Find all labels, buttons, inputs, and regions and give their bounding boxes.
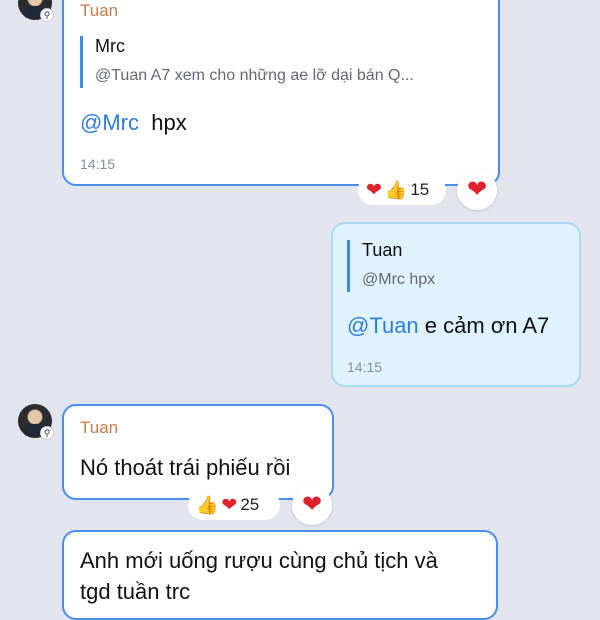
- message-text: @Tuan e cảm ơn A7: [347, 313, 549, 339]
- heart-icon: ❤: [466, 176, 488, 203]
- heart-icon: ❤: [301, 491, 323, 518]
- heart-icon: ❤: [366, 179, 382, 201]
- search-icon: ⚲: [40, 8, 54, 22]
- message-time: 14:15: [347, 359, 383, 375]
- quote-text: @Tuan A7 xem cho những ae lỡ dại bán Q..…: [95, 67, 414, 84]
- reaction-summary[interactable]: ❤ 👍 15: [358, 175, 446, 205]
- react-button[interactable]: ❤: [457, 170, 497, 210]
- reply-quote[interactable]: Mrc @Tuan A7 xem cho những ae lỡ dại bán…: [80, 36, 414, 88]
- message-bubble[interactable]: [62, 530, 498, 620]
- heart-icon: ❤: [221, 494, 238, 516]
- search-icon: ⚲: [40, 426, 54, 440]
- avatar-head: [28, 410, 42, 424]
- message-body: e cảm ơn A7: [424, 313, 550, 338]
- sender-name[interactable]: Tuan: [80, 1, 118, 21]
- message-bubble[interactable]: [62, 0, 500, 186]
- react-button[interactable]: ❤: [292, 485, 332, 525]
- mention-link[interactable]: @Mrc: [80, 110, 139, 135]
- reaction-summary[interactable]: 👍 ❤ 25: [188, 490, 280, 520]
- reply-quote[interactable]: Tuan @Mrc hpx: [347, 240, 435, 292]
- avatar[interactable]: ⚲: [18, 0, 54, 22]
- thumbs-up-icon: 👍: [196, 495, 219, 515]
- message-text: Nó thoát trái phiếu rồi: [80, 455, 291, 480]
- quote-text: @Mrc hpx: [362, 271, 436, 288]
- thumbs-up-icon: 👍: [384, 180, 408, 200]
- mention-link[interactable]: @Tuan: [347, 313, 419, 338]
- avatar[interactable]: ⚲: [18, 404, 54, 440]
- quote-author: Tuan: [362, 240, 403, 260]
- message-time: 14:15: [80, 156, 116, 172]
- sender-name[interactable]: Tuan: [80, 418, 118, 438]
- message-body: hpx: [151, 110, 187, 135]
- message-text-line: Anh mới uống rượu cùng chủ tịch và: [80, 548, 438, 573]
- message-text: @Mrc hpx: [80, 110, 187, 136]
- reaction-count: 15: [410, 180, 430, 199]
- quote-author: Mrc: [95, 36, 125, 56]
- reaction-count: 25: [240, 495, 260, 514]
- message-text-line: tgd tuần trc: [80, 579, 191, 604]
